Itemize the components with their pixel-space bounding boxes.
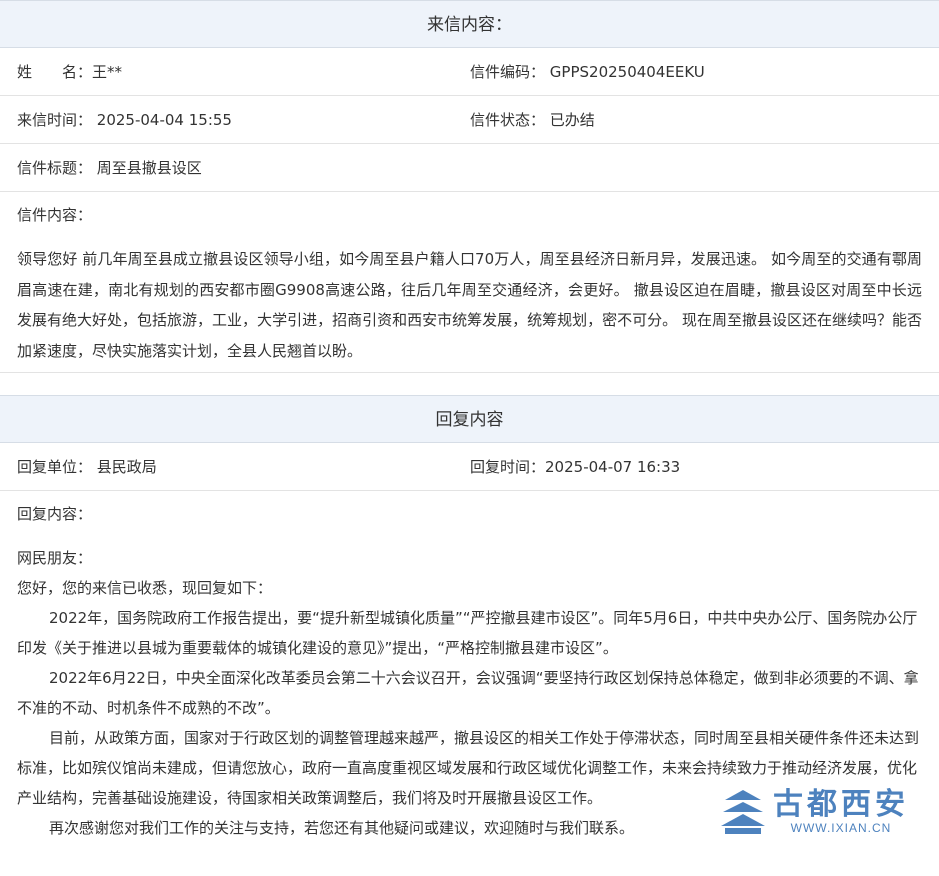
title-label: 信件标题： [17,159,93,177]
reply-unit-label: 回复单位： [17,458,93,476]
reply-time-label: 回复时间： [470,458,546,476]
reply-paragraph: 网民朋友： [17,549,93,567]
status-label: 信件状态： [470,111,546,129]
letter-time-value: 2025-04-04 15:55 [96,111,232,129]
reply-paragraph: 您好，您的来信已收悉，现回复如下： [17,579,273,597]
reply-section: 回复内容 回复单位： 县民政局 回复时间：2025-04-07 16:33 回复… [0,395,939,843]
reply-content-label: 回复内容： [17,505,93,523]
code-value: GPPS20250404EEKU [549,63,705,81]
name-value: 王** [92,63,123,81]
watermark: 古都西安 WWW.IXIAN.CN [721,788,909,836]
letter-row-title: 信件标题： 周至县撤县设区 [0,144,939,192]
status-value: 已办结 [549,111,595,129]
watermark-url: WWW.IXIAN.CN [790,821,892,835]
title-value: 周至县撤县设区 [96,159,202,177]
reply-section-header: 回复内容 [0,395,939,443]
letter-section: 来信内容： 姓 名：王** 信件编码： GPPS20250404EEKU 来信时… [0,0,939,373]
reply-paragraph: 2022年，国务院政府工作报告提出，要“提升新型城镇化质量”“严控撤县建市设区”… [17,609,918,657]
letter-content-text: 领导您好 前几年周至县成立撤县设区领导小组，如今周至县户籍人口70万人，周至县经… [17,250,922,360]
reply-time-value: 2025-04-07 16:33 [545,458,681,476]
letter-section-header: 来信内容： [0,0,939,48]
letter-content-label: 信件内容： [17,206,93,224]
reply-row-unit-time: 回复单位： 县民政局 回复时间：2025-04-07 16:33 [0,443,939,491]
letter-time-label: 来信时间： [17,111,93,129]
watermark-title: 古都西安 [773,787,909,822]
code-label: 信件编码： [470,63,546,81]
reply-unit-value: 县民政局 [96,458,157,476]
letter-row-time-status: 来信时间： 2025-04-04 15:55 信件状态： 已办结 [0,96,939,144]
letter-row-name-code: 姓 名：王** 信件编码： GPPS20250404EEKU [0,48,939,96]
reply-paragraph: 2022年6月22日，中央全面深化改革委员会第二十六会议召开，会议强调“要坚持行… [17,669,919,717]
name-label: 姓 名： [17,63,93,81]
pagoda-logo-icon [721,790,765,834]
